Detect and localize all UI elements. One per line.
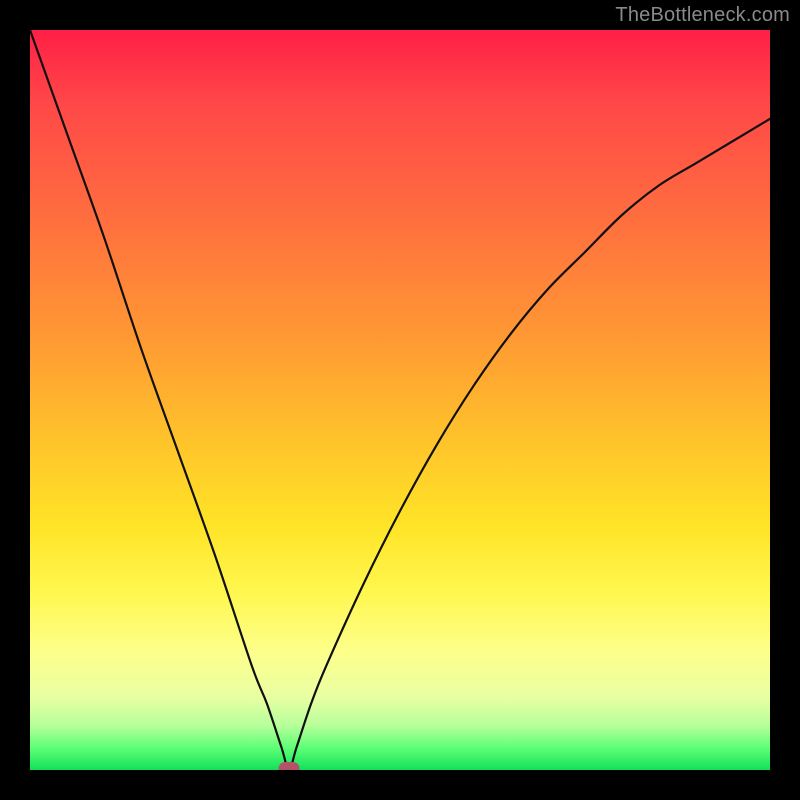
chart-gradient-background <box>30 30 770 770</box>
chart-stage: TheBottleneck.com <box>0 0 800 800</box>
watermark-text: TheBottleneck.com <box>615 4 790 27</box>
